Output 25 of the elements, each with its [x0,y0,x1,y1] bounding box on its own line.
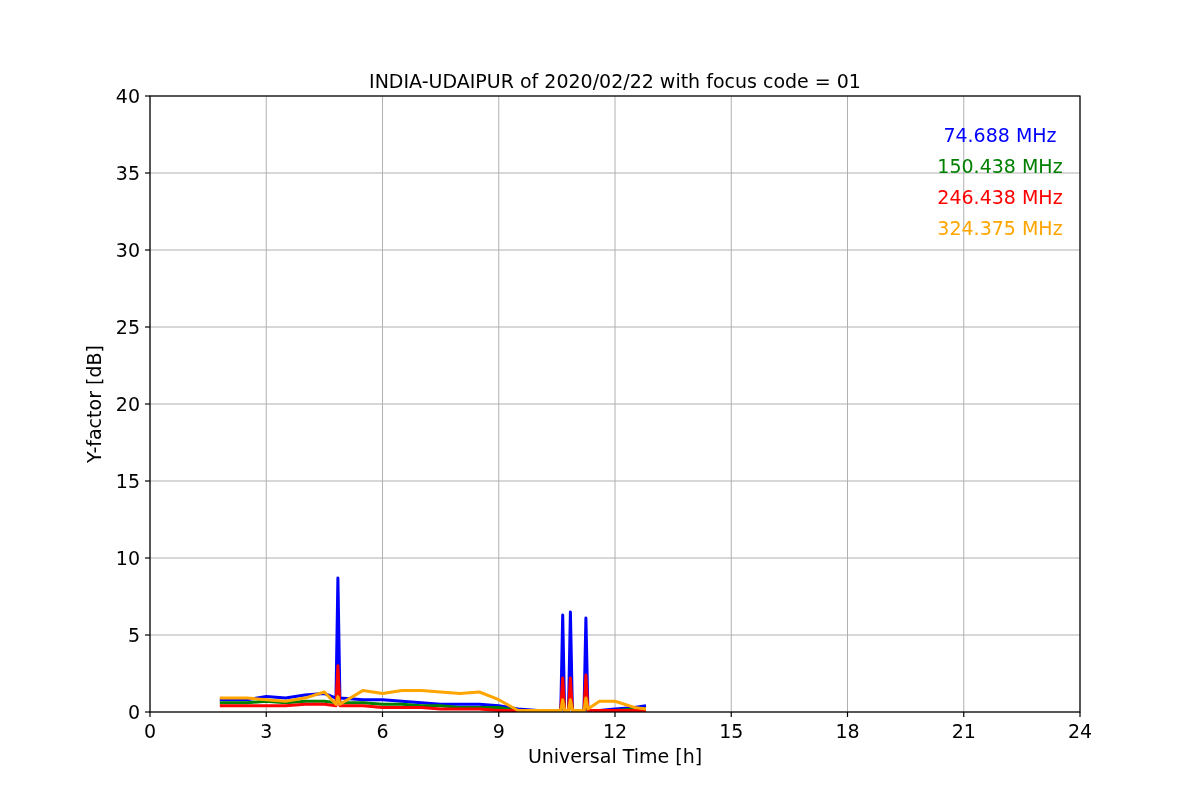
legend-label: 150.438 MHz [937,155,1063,177]
tick-label: 24 [1067,720,1093,742]
tick-label: 40 [115,85,140,107]
y-axis-label: Y-factor [dB] [83,345,105,463]
tick-label: 18 [835,720,860,742]
tick-label: 21 [951,720,976,742]
tick-label: 12 [602,720,628,742]
chart-title: INDIA-UDAIPUR of 2020/02/22 with focus code = 01 [369,70,861,92]
x-axis-label: Universal Time [h] [527,745,703,767]
tick-label: 25 [115,316,140,338]
tick-label: 15 [719,720,744,742]
tick-label: 5 [127,624,140,646]
legend-label: 324.375 MHz [937,217,1063,239]
tick-label: 9 [492,720,505,742]
tick-label: 30 [115,239,140,261]
tick-label: 15 [115,470,140,492]
tick-label: 6 [376,720,389,742]
tick-label: 0 [143,720,157,742]
tick-label: 20 [115,393,140,415]
tick-label: 3 [260,720,273,742]
legend-label: 74.688 MHz [943,124,1057,146]
legend-label: 246.438 MHz [937,186,1063,208]
tick-label: 10 [115,547,140,569]
tick-label: 35 [115,162,140,184]
tick-label: 0 [127,701,140,723]
